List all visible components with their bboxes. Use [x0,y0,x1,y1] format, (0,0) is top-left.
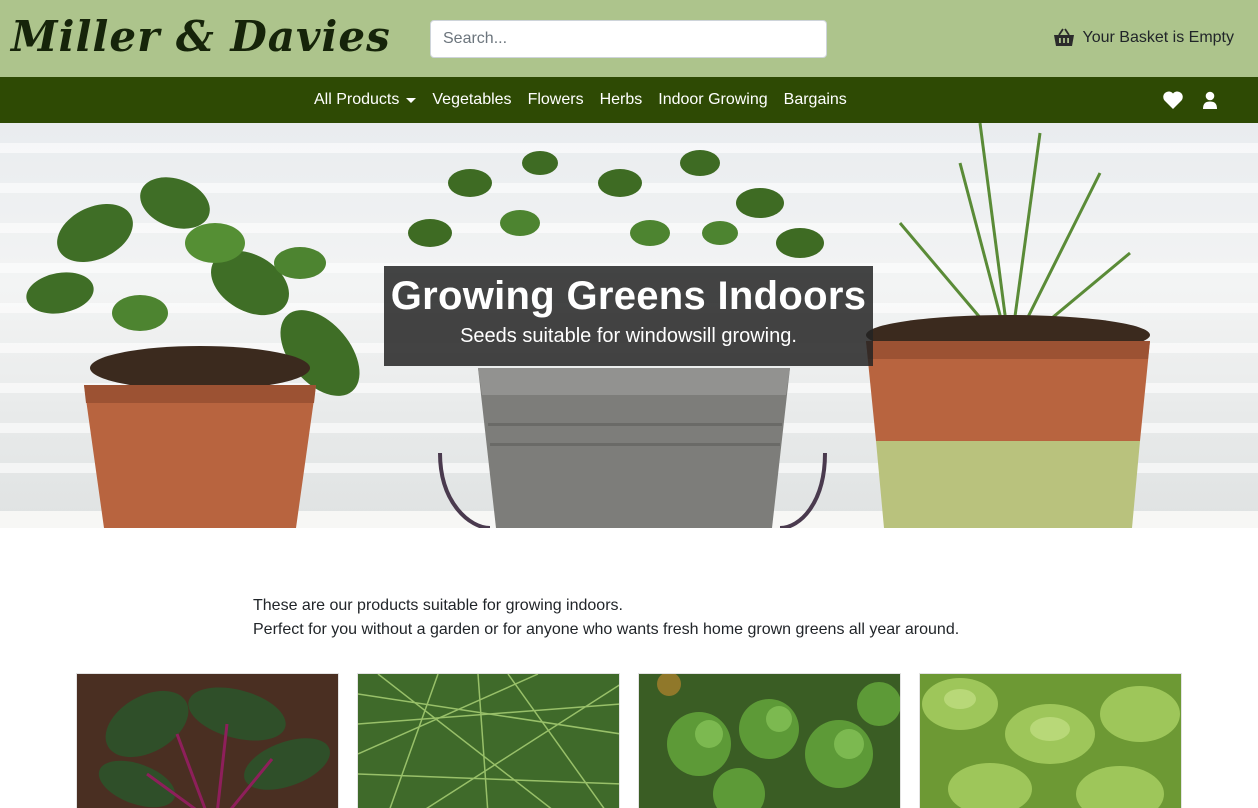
dill-image [358,674,619,808]
intro-line-2: Perfect for you without a garden or for … [253,621,960,638]
nav-links: All Products Vegetables Flowers Herbs In… [306,77,855,123]
nav-indoor-growing[interactable]: Indoor Growing [650,91,775,109]
beetroot-leaves-image [77,674,338,808]
nav-vegetables[interactable]: Vegetables [424,91,519,109]
basket-link[interactable]: Your Basket is Empty [1053,28,1234,48]
product-card[interactable] [357,673,620,808]
nav-herbs[interactable]: Herbs [592,91,651,109]
basket-label: Your Basket is Empty [1082,29,1234,46]
basket-icon [1053,28,1074,46]
heart-icon[interactable] [1162,90,1184,110]
site-header: Miller & Davies Your Basket is Empty [0,0,1258,77]
nav-icons [1162,90,1218,110]
intro-text: These are our products suitable for grow… [253,594,959,642]
hero-caption: Growing Greens Indoors Seeds suitable fo… [384,266,873,366]
user-icon[interactable] [1202,91,1218,109]
main-navbar: All Products Vegetables Flowers Herbs In… [0,77,1258,123]
product-grid [76,673,1182,808]
nav-bargains[interactable]: Bargains [776,91,855,109]
hero-banner: Growing Greens Indoors Seeds suitable fo… [0,123,1258,528]
curly-kale-image [639,674,900,808]
intro-line-1: These are our products suitable for grow… [253,597,623,614]
product-card[interactable] [919,673,1182,808]
nav-flowers[interactable]: Flowers [520,91,592,109]
caret-down-icon [406,97,417,103]
product-card[interactable] [76,673,339,808]
search-input[interactable] [430,20,827,58]
nav-label: All Products [314,91,400,108]
site-logo[interactable]: Miller & Davies [11,12,391,61]
hero-title: Growing Greens Indoors [390,274,867,318]
nav-all-products-dropdown[interactable]: All Products [306,91,424,109]
lettuce-image [920,674,1181,808]
hero-subtitle: Seeds suitable for windowsill growing. [460,325,797,347]
product-card[interactable] [638,673,901,808]
